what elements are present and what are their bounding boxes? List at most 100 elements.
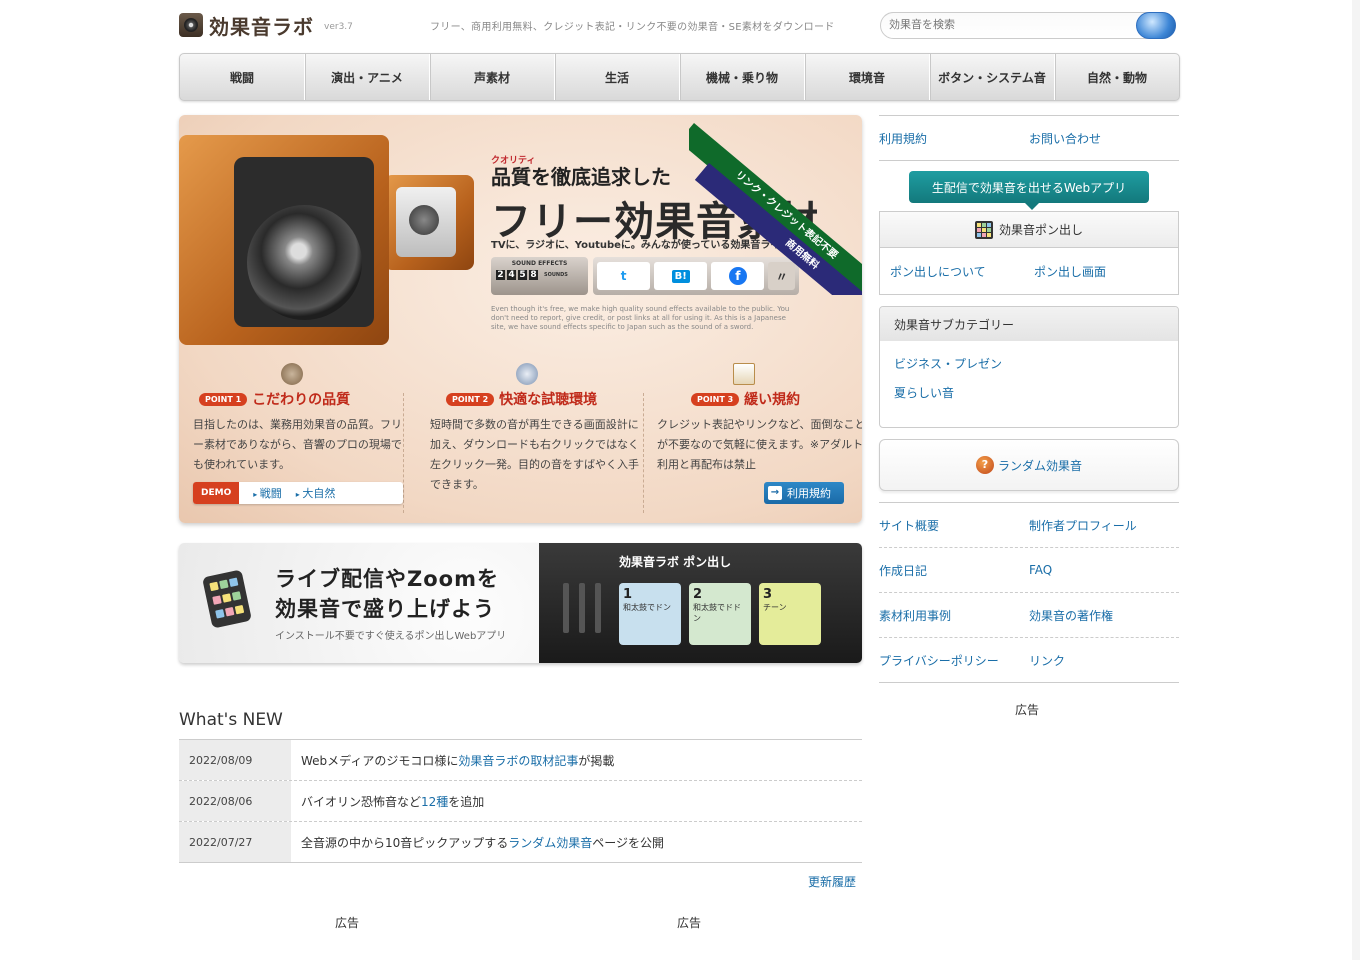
nav-item-button-system[interactable]: ボタン・システム音	[930, 54, 1055, 100]
nav-item-anime[interactable]: 演出・アニメ	[305, 54, 430, 100]
news-text: 全音源の中から10音ピックアップする	[301, 835, 509, 850]
banner-line3: インストール不要ですぐ使えるポン出しWebアプリ	[275, 631, 507, 642]
nav-item-life[interactable]: 生活	[555, 54, 680, 100]
pon-banner[interactable]: 生配信で効果音を出せるWebアプリ	[909, 171, 1149, 210]
random-sound-button[interactable]: ? ランダム効果音	[879, 439, 1179, 491]
question-icon: ?	[975, 456, 994, 474]
pon-app-icon	[202, 569, 252, 629]
news-row: 2022/08/06 バイオリン恐怖音など 12種 を追加	[179, 781, 862, 822]
hero-banner: クオリティ 品質を徹底追求した フリー効果音素材 TVに、ラジオに、Youtub…	[179, 115, 862, 523]
corner-ribbon: リンク・クレジット表記不要 商用無料	[689, 115, 862, 295]
pon-app-title: 効果音ラボ ポン出し	[619, 555, 732, 569]
hero-english-text: Even though it's free, we make high qual…	[491, 305, 790, 331]
point-badge: POINT 2	[446, 392, 495, 406]
counter-digit: 4	[507, 270, 516, 280]
privacy-link[interactable]: プライバシーポリシー	[879, 652, 1029, 669]
point-2: POINT 2 快適な試聴環境 短時間で多数の音が再生できる画面設計に加え、ダウ…	[416, 363, 644, 513]
news-text: を追加	[448, 794, 485, 809]
pon-box: 効果音ポン出し ポン出しについて ポン出し画面	[879, 211, 1179, 295]
update-history-link[interactable]: 更新履歴	[808, 873, 856, 890]
speaker-illustration	[179, 135, 389, 345]
profile-link[interactable]: 制作者プロフィール	[1029, 517, 1179, 534]
hatena-icon: B!	[671, 269, 690, 283]
speaker-logo-icon	[179, 13, 203, 37]
news-link[interactable]: ランダム効果音	[508, 834, 592, 851]
use-cases-link[interactable]: 素材利用事例	[879, 607, 1029, 624]
category-nav: 戦闘 演出・アニメ 声素材 生活 機械・乗り物 環境音 ボタン・システム音 自然…	[179, 53, 1180, 101]
point-title: 快適な試聴環境	[499, 392, 598, 408]
demo-label: DEMO	[193, 482, 240, 504]
news-row: 2022/07/27 全音源の中から10音ピックアップする ランダム効果音 ページを…	[179, 822, 862, 863]
news-date: 2022/08/06	[179, 781, 291, 821]
nav-item-voice[interactable]: 声素材	[430, 54, 555, 100]
news-date: 2022/08/09	[179, 740, 291, 780]
pon-about-link[interactable]: ポン出しについて	[890, 263, 1034, 280]
news-date: 2022/07/27	[179, 822, 291, 862]
twitter-share-button[interactable]: t	[597, 262, 651, 290]
pon-app-banner[interactable]: ライブ配信やZoomを 効果音で盛り上げよう インストール不要ですぐ使えるポン出…	[179, 543, 862, 663]
terms-link[interactable]: 利用規約	[879, 130, 1029, 147]
demo-link-battle[interactable]: 戦闘	[253, 485, 282, 501]
ad-label: 広告	[677, 916, 702, 930]
news-link[interactable]: 12種	[421, 793, 448, 810]
news-text: Webメディアのジモコロ様に	[301, 753, 459, 768]
copyright-link[interactable]: 効果音の著作権	[1029, 607, 1179, 624]
mouse-icon	[516, 363, 538, 385]
logo-text: 効果音ラボ	[209, 14, 314, 39]
demo-bar: DEMO 戦闘 大自然	[193, 482, 403, 504]
site-logo[interactable]: 効果音ラボ ver3.7	[179, 10, 379, 40]
ribbon-free: 商用無料	[694, 163, 862, 295]
pon-title: 効果音ポン出し	[998, 223, 1083, 237]
arrow-right-icon: →	[768, 486, 782, 500]
nav-item-machine[interactable]: 機械・乗り物	[680, 54, 805, 100]
counter-digit: 8	[529, 270, 538, 280]
pon-pad-1: 1 和太鼓でドン	[619, 583, 681, 645]
news-text: バイオリン恐怖音など	[301, 794, 422, 809]
point-badge: POINT 1	[199, 392, 248, 406]
news-row: 2022/08/09 Webメディアのジモコロ様に 効果音ラボの取材記事 が掲載	[179, 740, 862, 781]
search-box	[880, 12, 1176, 39]
subcategory-link-summer[interactable]: 夏らしい音	[894, 384, 1178, 401]
page-scrollbar[interactable]	[1352, 0, 1360, 960]
pon-pad-3: 3 チーン	[759, 583, 821, 645]
search-input[interactable]	[889, 18, 1129, 31]
links-link[interactable]: リンク	[1029, 652, 1179, 669]
counter-digit: 2	[496, 270, 505, 280]
news-heading: What's NEW	[179, 710, 283, 730]
nav-item-nature[interactable]: 自然・動物	[1055, 54, 1179, 100]
demo-link-nature[interactable]: 大自然	[296, 485, 335, 501]
search-globe-button[interactable]	[1136, 12, 1176, 39]
news-link[interactable]: 効果音ラボの取材記事	[458, 752, 578, 769]
random-sound-label: ランダム効果音	[997, 458, 1082, 473]
contact-link[interactable]: お問い合わせ	[1029, 130, 1179, 147]
counter-label: SOUND EFFECTS	[511, 260, 568, 267]
ad-label: 広告	[1015, 703, 1040, 717]
point-title: 緩い規約	[744, 392, 801, 408]
point-text: 短時間で多数の音が再生できる画面設計に加え、ダウンロードも右クリックではなく左ク…	[430, 418, 639, 491]
sidebar-top-links: 利用規約 お問い合わせ	[879, 115, 1179, 161]
banner-line1: ライブ配信やZoomを	[275, 567, 499, 591]
news-text: ページを公開	[592, 835, 665, 850]
news-list: 2022/08/09 Webメディアのジモコロ様に 効果音ラボの取材記事 が掲載 2…	[179, 739, 862, 863]
faq-link[interactable]: FAQ	[1029, 563, 1179, 577]
subcategory-link-business[interactable]: ビジネス・プレゼン	[894, 355, 1178, 372]
terms-button-label: 利用規約	[787, 487, 831, 500]
pon-grid-icon	[974, 220, 993, 239]
pon-screen-link[interactable]: ポン出し画面	[1034, 263, 1178, 280]
hero-catch: 品質を徹底追求した	[491, 165, 671, 189]
point-text: 目指したのは、業務用効果音の品質。フリー素材でありながら、音響のプロの現場でも使…	[193, 418, 402, 471]
site-overview-link[interactable]: サイト概要	[879, 517, 1029, 534]
nav-item-environment[interactable]: 環境音	[805, 54, 930, 100]
subcategory-box: 効果音サブカテゴリー ビジネス・プレゼン 夏らしい音	[879, 306, 1179, 428]
document-icon	[733, 363, 755, 385]
point-badge: POINT 3	[691, 392, 740, 406]
point-title: こだわりの品質	[252, 392, 351, 408]
pon-pad-2: 2 和太鼓でドドン	[689, 583, 751, 645]
banner-line2: 効果音で盛り上げよう	[275, 597, 495, 621]
news-text: が掲載	[578, 753, 615, 768]
site-tagline: フリー、商用利用無料、クレジット表記・リンク不要の効果音・SE素材をダウンロード	[430, 22, 835, 33]
terms-button[interactable]: → 利用規約	[764, 482, 844, 504]
sound-counter: SOUND EFFECTS 2 4 5 8 SOUNDS	[491, 257, 588, 295]
diary-link[interactable]: 作成日記	[879, 562, 1029, 579]
nav-item-battle[interactable]: 戦闘	[180, 54, 305, 100]
